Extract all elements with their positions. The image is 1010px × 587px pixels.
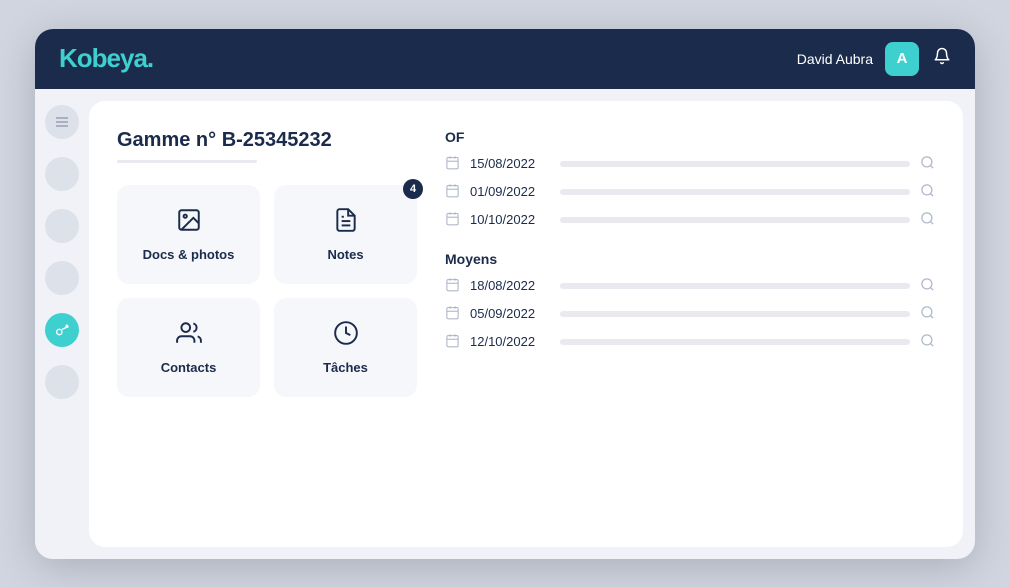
card-taches[interactable]: Tâches	[274, 298, 417, 397]
moyens-title: Moyens	[445, 251, 935, 267]
calendar-icon	[445, 333, 460, 351]
sidebar-item-key[interactable]	[45, 313, 79, 347]
cards-grid: Docs & photos 4	[117, 185, 417, 397]
sidebar-item-1[interactable]	[45, 157, 79, 191]
image-icon	[176, 207, 202, 239]
date-value: 15/08/2022	[470, 156, 550, 171]
calendar-icon	[445, 305, 460, 323]
of-date-rows: 15/08/2022 01/09/2022	[445, 155, 935, 229]
sidebar-item-3[interactable]	[45, 261, 79, 295]
search-icon[interactable]	[920, 183, 935, 201]
date-value: 10/10/2022	[470, 212, 550, 227]
docs-photos-label: Docs & photos	[143, 247, 235, 262]
search-icon[interactable]	[920, 277, 935, 295]
notes-label: Notes	[327, 247, 363, 262]
date-value: 12/10/2022	[470, 334, 550, 349]
contacts-label: Contacts	[161, 360, 217, 375]
notification-bell[interactable]	[933, 47, 951, 70]
date-bar	[560, 311, 910, 317]
sidebar-item-5[interactable]	[45, 365, 79, 399]
user-name: David Aubra	[797, 51, 873, 67]
taches-label: Tâches	[323, 360, 368, 375]
moyens-section: Moyens 18/08/2022	[445, 251, 935, 351]
app-logo: Kobeya.	[59, 43, 153, 74]
notes-badge: 4	[403, 179, 423, 199]
date-value: 05/09/2022	[470, 306, 550, 321]
date-bar	[560, 161, 910, 167]
app-wrapper: Kobeya. David Aubra A	[35, 29, 975, 559]
card-notes[interactable]: 4 Notes	[274, 185, 417, 284]
date-value: 18/08/2022	[470, 278, 550, 293]
search-icon[interactable]	[920, 211, 935, 229]
navbar: Kobeya. David Aubra A	[35, 29, 975, 89]
date-value: 01/09/2022	[470, 184, 550, 199]
table-row: 05/09/2022	[445, 305, 935, 323]
of-title: OF	[445, 129, 935, 145]
table-row: 15/08/2022	[445, 155, 935, 173]
content-area: Gamme n° B-25345232 Docs & photos	[89, 101, 963, 547]
calendar-icon	[445, 155, 460, 173]
search-icon[interactable]	[920, 333, 935, 351]
calendar-icon	[445, 277, 460, 295]
table-row: 10/10/2022	[445, 211, 935, 229]
title-underline	[117, 160, 257, 163]
tasks-icon	[333, 320, 359, 352]
sidebar-item-menu[interactable]	[45, 105, 79, 139]
calendar-icon	[445, 183, 460, 201]
page-title: Gamme n° B-25345232	[117, 129, 417, 152]
sidebar-item-2[interactable]	[45, 209, 79, 243]
table-row: 12/10/2022	[445, 333, 935, 351]
calendar-icon	[445, 211, 460, 229]
of-section: OF 15/08/2022	[445, 129, 935, 229]
search-icon[interactable]	[920, 305, 935, 323]
table-row: 18/08/2022	[445, 277, 935, 295]
contacts-icon	[176, 320, 202, 352]
right-panel: OF 15/08/2022	[445, 129, 935, 527]
avatar[interactable]: A	[885, 42, 919, 76]
card-docs-photos[interactable]: Docs & photos	[117, 185, 260, 284]
search-icon[interactable]	[920, 155, 935, 173]
sidebar	[35, 89, 89, 559]
date-bar	[560, 283, 910, 289]
card-contacts[interactable]: Contacts	[117, 298, 260, 397]
date-bar	[560, 217, 910, 223]
moyens-date-rows: 18/08/2022 05/09/2022	[445, 277, 935, 351]
date-bar	[560, 339, 910, 345]
main-body: Gamme n° B-25345232 Docs & photos	[35, 89, 975, 559]
date-bar	[560, 189, 910, 195]
left-panel: Gamme n° B-25345232 Docs & photos	[117, 129, 417, 527]
notes-icon	[333, 207, 359, 239]
table-row: 01/09/2022	[445, 183, 935, 201]
